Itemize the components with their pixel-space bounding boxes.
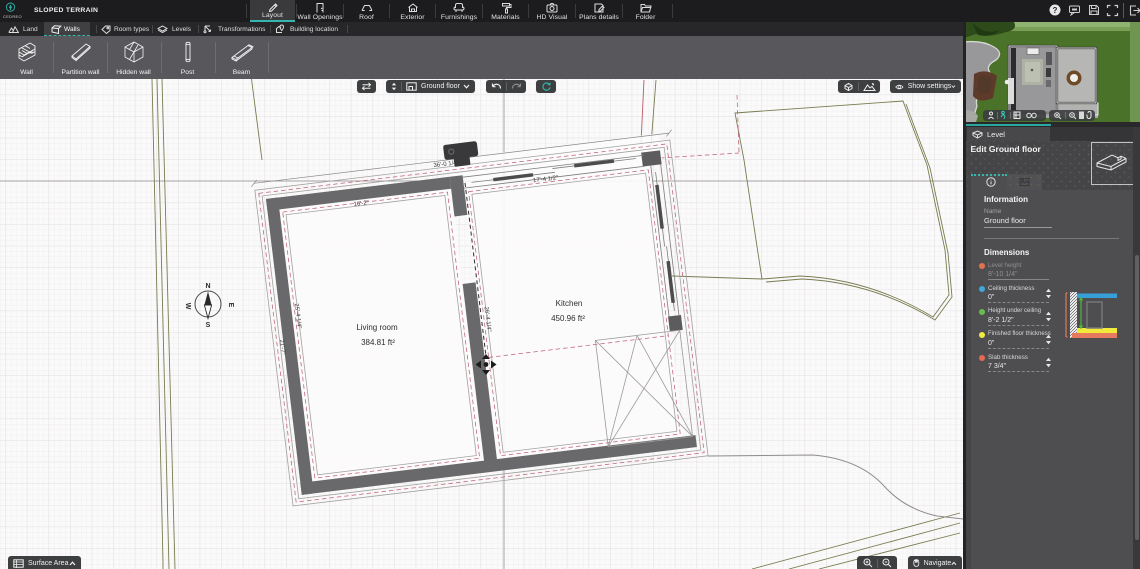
svg-text:N: N	[205, 283, 210, 290]
svg-text:384.81 ft²: 384.81 ft²	[361, 338, 395, 347]
svg-text:Kitchen: Kitchen	[556, 299, 583, 308]
svg-text:W: W	[184, 303, 191, 310]
svg-text:E: E	[227, 303, 234, 308]
svg-text:450.96 ft²: 450.96 ft²	[551, 314, 585, 323]
svg-text:Living room: Living room	[356, 323, 398, 332]
svg-text:S: S	[206, 322, 211, 329]
svg-text:?: ?	[1053, 6, 1058, 15]
